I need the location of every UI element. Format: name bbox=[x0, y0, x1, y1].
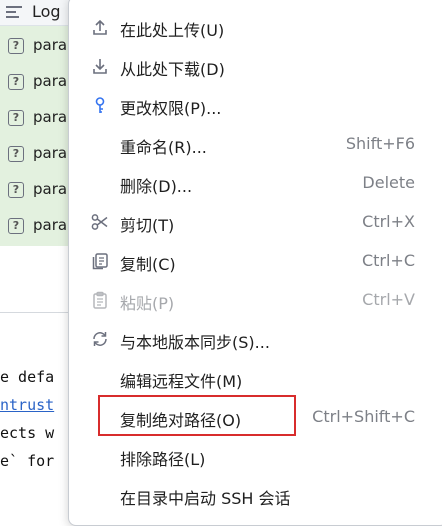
menu-item-label: 从此处下载(D) bbox=[120, 60, 225, 79]
menu-item-label: 与本地版本同步(S)... bbox=[120, 333, 270, 352]
code-link[interactable]: ntrust bbox=[0, 396, 54, 414]
menu-item-shortcut: Shift+F6 bbox=[345, 134, 415, 153]
menu-item-shortcut: Ctrl+V bbox=[362, 290, 415, 309]
code-line: e` for bbox=[0, 452, 55, 470]
unknown-file-icon: ? bbox=[8, 218, 24, 234]
menu-item-change-permissions[interactable]: 更改权限(P)... bbox=[69, 86, 439, 125]
tree-row-label: para bbox=[33, 180, 68, 198]
upload-icon bbox=[93, 19, 107, 35]
menu-item-shortcut: Ctrl+C bbox=[361, 251, 415, 270]
tree-row-label: para bbox=[33, 72, 68, 90]
menu-item-label: 更改权限(P)... bbox=[120, 99, 222, 118]
menu-item-cut[interactable]: 剪切(T) Ctrl+X bbox=[69, 203, 439, 242]
menu-item-download-here[interactable]: 从此处下载(D) bbox=[69, 47, 439, 86]
sync-icon bbox=[93, 332, 107, 346]
menu-item-upload-here[interactable]: 在此处上传(U) bbox=[69, 8, 439, 47]
download-icon bbox=[93, 59, 107, 74]
menu-item-label: 编辑远程文件(M) bbox=[120, 372, 243, 391]
unknown-file-icon: ? bbox=[8, 74, 24, 90]
clipboard-icon bbox=[93, 291, 107, 309]
copy-icon bbox=[92, 253, 108, 270]
menu-lines-icon bbox=[6, 6, 22, 20]
code-line: ects w bbox=[0, 424, 55, 442]
unknown-file-icon: ? bbox=[8, 38, 24, 54]
highlight-annotation-box bbox=[98, 395, 296, 436]
menu-item-sync-local[interactable]: 与本地版本同步(S)... bbox=[69, 320, 439, 359]
menu-item-exclude-path[interactable]: 排除路径(L) bbox=[69, 437, 439, 476]
menu-item-start-ssh-session[interactable]: 在目录中启动 SSH 会话 bbox=[69, 476, 439, 515]
menu-item-label: 重命名(R)... bbox=[120, 138, 207, 157]
menu-item-label: 粘贴(P) bbox=[120, 294, 175, 313]
tree-row-label: para bbox=[33, 216, 68, 234]
menu-item-shortcut: Ctrl+X bbox=[362, 212, 415, 231]
context-menu: 在此处上传(U) 从此处下载(D) 更改权限(P)... 重命名(R)... S… bbox=[68, 0, 442, 526]
menu-item-label: 排除路径(L) bbox=[120, 450, 206, 469]
menu-item-label: 剪切(T) bbox=[120, 216, 175, 235]
menu-item-edit-remote-file[interactable]: 编辑远程文件(M) bbox=[69, 359, 439, 398]
menu-item-paste[interactable]: 粘贴(P) Ctrl+V bbox=[69, 281, 439, 320]
menu-item-rename[interactable]: 重命名(R)... Shift+F6 bbox=[69, 125, 439, 164]
menu-item-copy[interactable]: 复制(C) Ctrl+C bbox=[69, 242, 439, 281]
menu-item-shortcut: Ctrl+Shift+C bbox=[312, 407, 415, 426]
menu-item-label: 复制(C) bbox=[120, 255, 176, 274]
unknown-file-icon: ? bbox=[8, 146, 24, 162]
menu-item-shortcut: Delete bbox=[362, 173, 415, 192]
tree-row-label: para bbox=[33, 144, 68, 162]
scissors-icon bbox=[91, 214, 108, 230]
key-icon bbox=[95, 97, 105, 113]
code-line: e defa bbox=[0, 368, 55, 386]
menu-item-label: 删除(D)... bbox=[120, 177, 193, 196]
unknown-file-icon: ? bbox=[8, 182, 24, 198]
menu-item-label: 在目录中启动 SSH 会话 bbox=[120, 489, 291, 508]
menu-item-delete[interactable]: 删除(D)... Delete bbox=[69, 164, 439, 203]
tree-row-label: para bbox=[33, 36, 68, 54]
unknown-file-icon: ? bbox=[8, 110, 24, 126]
menu-item-label: 在此处上传(U) bbox=[120, 21, 225, 40]
tree-row-label: para bbox=[33, 108, 68, 126]
tree-header-label: Log bbox=[32, 2, 61, 21]
